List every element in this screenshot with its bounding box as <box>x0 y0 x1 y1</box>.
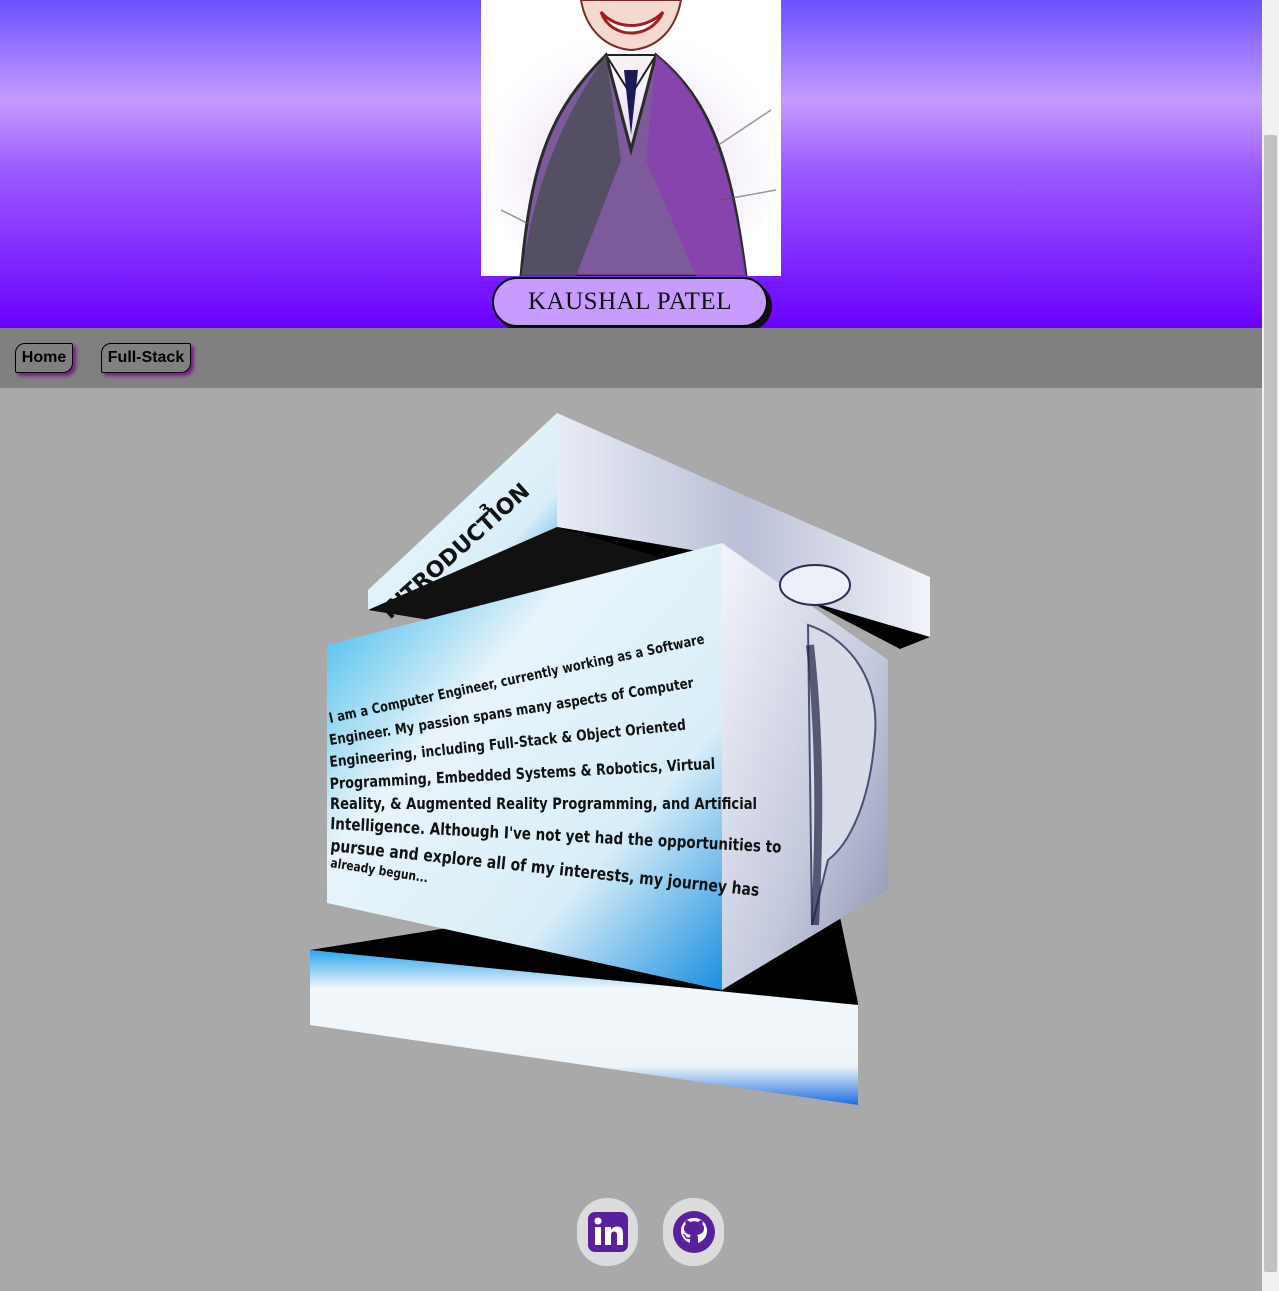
github-button[interactable] <box>663 1198 724 1266</box>
nav-bar: Home Full-Stack <box>0 328 1262 388</box>
portrait-sketch-icon <box>481 0 781 276</box>
scrollbar-thumb[interactable] <box>1264 135 1277 1272</box>
svg-text:Reality, & Augmented Reality P: Reality, & Augmented Reality Programming… <box>330 795 757 814</box>
linkedin-icon <box>587 1212 628 1252</box>
nav-home-button[interactable]: Home <box>15 343 73 373</box>
github-icon <box>672 1211 715 1253</box>
name-badge: KAUSHAL PATEL <box>492 277 768 327</box>
vertical-scrollbar[interactable] <box>1262 0 1279 1291</box>
portrait-image <box>481 0 781 276</box>
linkedin-button[interactable] <box>577 1198 638 1266</box>
header-banner: KAUSHAL PATEL <box>0 0 1262 328</box>
nav-full-stack-button[interactable]: Full-Stack <box>101 343 191 373</box>
introduction-cube: INTRODUCTION 3 I am a Computer Engineer,… <box>300 405 960 1115</box>
social-links <box>577 1198 727 1268</box>
